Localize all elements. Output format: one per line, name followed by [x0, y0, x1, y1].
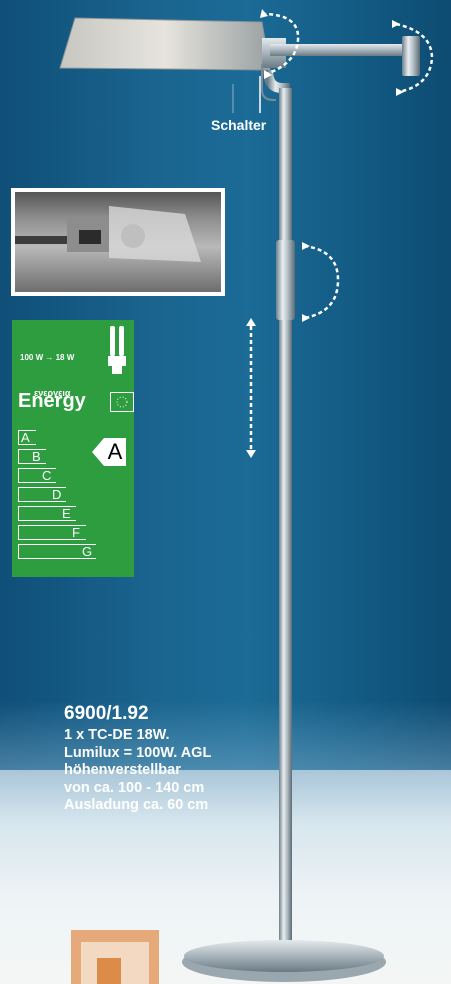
energy-rating-indicator: A: [92, 438, 126, 466]
lamp-arm: [270, 44, 410, 56]
wattage-text: 100 W → 18 W: [20, 353, 75, 362]
energy-label: 100 W → 18 W Energy ενεργεια A B C D E F…: [12, 320, 134, 577]
lamp-pole: [279, 88, 292, 958]
product-info: 6900/1.92 1 x TC-DE 18W. Lumilux = 100W.…: [64, 703, 211, 815]
height-adjust-sleeve: [276, 240, 295, 320]
spec-line: Lumilux = 100W. AGL: [64, 744, 212, 761]
energy-class-label: G: [82, 544, 93, 559]
eu-flag-icon: [110, 392, 134, 412]
dashed-rotate-arrow-icon: [303, 244, 340, 320]
energy-class-label: E: [62, 506, 71, 521]
energy-class-label: C: [42, 468, 52, 483]
energy-class-label: B: [32, 449, 41, 464]
energy-class-label: D: [52, 487, 62, 502]
arm-joint: [402, 36, 420, 76]
switch-detail-photo: [11, 188, 225, 296]
cfl-bulb-icon: [108, 326, 126, 374]
spec-line: höhenverstellbar: [64, 762, 181, 778]
brand-logo-icon: [71, 930, 159, 984]
energy-rating-label: A: [107, 439, 123, 464]
model-number: 6900/1.92: [64, 703, 149, 724]
spec-line: von ca. 100 - 140 cm: [64, 779, 205, 796]
energy-class-label: A: [21, 430, 30, 445]
switch-label: Schalter: [211, 117, 267, 133]
energy-greek-text: ενεργεια: [34, 388, 71, 398]
spec-line: Ausladung ca. 60 cm: [64, 797, 209, 813]
lamp-shade: [59, 17, 286, 71]
spec-line: 1 x TC-DE 18W.: [64, 727, 170, 743]
energy-class-label: F: [72, 525, 80, 540]
